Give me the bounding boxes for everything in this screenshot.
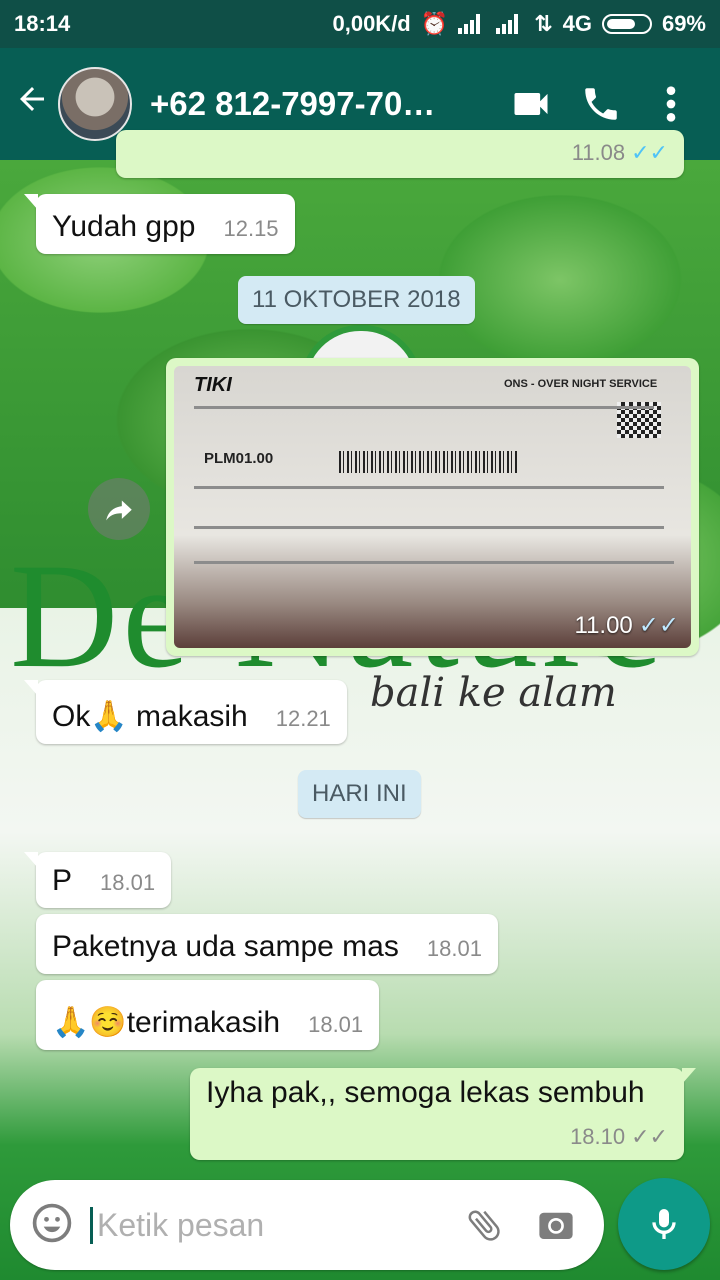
- data-transfer-icon: ⇅: [534, 11, 553, 36]
- delivered-ticks-icon: ✓✓: [631, 1124, 668, 1149]
- receipt-code: PLM01.00: [204, 450, 274, 467]
- status-bar: 18:14 0,00K/d ⏰ ⇅ 4G 69%: [0, 0, 720, 48]
- incoming-message[interactable]: P 18.01: [23, 852, 172, 908]
- message-time: 18.01: [308, 1012, 364, 1037]
- microphone-icon: [652, 1209, 676, 1239]
- signal-icon: [458, 14, 486, 34]
- back-arrow-icon[interactable]: [14, 81, 54, 127]
- message-text: P: [52, 864, 73, 897]
- image-message[interactable]: TIKI ONS - OVER NIGHT SERVICE PLM01.00 1…: [166, 358, 699, 656]
- receipt-logo: TIKI: [194, 374, 232, 396]
- incoming-message[interactable]: Yudah gpp 12.15: [24, 194, 295, 254]
- message-time: 18.10: [570, 1124, 626, 1149]
- battery-level: 69%: [661, 11, 706, 36]
- date-divider: HARI INI: [298, 770, 421, 818]
- contact-name[interactable]: +62 812-7997-70…: [150, 85, 496, 123]
- incoming-message[interactable]: Ok🙏 makasih 12.21: [24, 680, 347, 744]
- receipt-line: [194, 526, 664, 529]
- partial-message-time: 11.08: [571, 140, 626, 165]
- message-text: Paketnya uda sampe mas: [52, 930, 399, 963]
- message-text: Iyha pak,, semoga lekas sembuh: [206, 1076, 645, 1109]
- date-divider: 11 OKTOBER 2018: [238, 276, 475, 324]
- forward-button[interactable]: [88, 478, 150, 540]
- status-time: 18:14: [14, 11, 71, 36]
- camera-icon[interactable]: [528, 1197, 584, 1253]
- message-input[interactable]: Ketik pesan: [90, 1206, 440, 1244]
- message-text: Yudah gpp: [52, 210, 196, 243]
- incoming-message[interactable]: Paketnya uda sampe mas 18.01: [36, 914, 498, 974]
- message-text: 🙏☺️terimakasih: [52, 1006, 281, 1039]
- network-type: 4G: [562, 11, 592, 36]
- voice-call-icon[interactable]: [566, 83, 636, 125]
- network-speed: 0,00K/d: [332, 11, 411, 36]
- incoming-message[interactable]: 🙏☺️terimakasih 18.01: [36, 980, 380, 1050]
- receipt-barcode: [339, 451, 519, 473]
- attach-icon[interactable]: [456, 1197, 512, 1253]
- message-time: 18.01: [426, 936, 482, 961]
- receipt-line: [194, 406, 654, 409]
- read-ticks-icon: ✓✓: [631, 140, 668, 165]
- receipt-line: [194, 561, 674, 564]
- alarm-icon: ⏰: [420, 11, 449, 36]
- message-text: Ok🙏 makasih: [52, 700, 248, 733]
- message-time: 12.15: [223, 216, 279, 241]
- receipt-line: [194, 486, 664, 489]
- partial-message[interactable]: 11.08 ✓✓: [116, 130, 684, 178]
- image-time: 11.00: [574, 612, 633, 639]
- receipt-photo[interactable]: TIKI ONS - OVER NIGHT SERVICE PLM01.00: [174, 366, 691, 648]
- more-options-icon[interactable]: [636, 84, 706, 124]
- receipt-service: ONS - OVER NIGHT SERVICE: [504, 378, 658, 390]
- read-ticks-icon: ✓✓: [638, 612, 679, 639]
- forward-icon: [106, 500, 132, 521]
- wallpaper-tagline: bali ke alam: [370, 670, 617, 716]
- message-composer: Ketik pesan: [10, 1180, 604, 1270]
- emoji-icon[interactable]: [30, 1201, 74, 1250]
- battery-icon: [601, 14, 652, 34]
- voice-record-button[interactable]: [618, 1178, 710, 1270]
- message-time: 12.21: [275, 706, 331, 731]
- signal-icon-2: [496, 14, 524, 34]
- video-call-icon[interactable]: [496, 82, 566, 126]
- outgoing-message[interactable]: Iyha pak,, semoga lekas sembuh 18.10 ✓✓: [190, 1068, 696, 1160]
- message-time: 18.01: [100, 870, 156, 895]
